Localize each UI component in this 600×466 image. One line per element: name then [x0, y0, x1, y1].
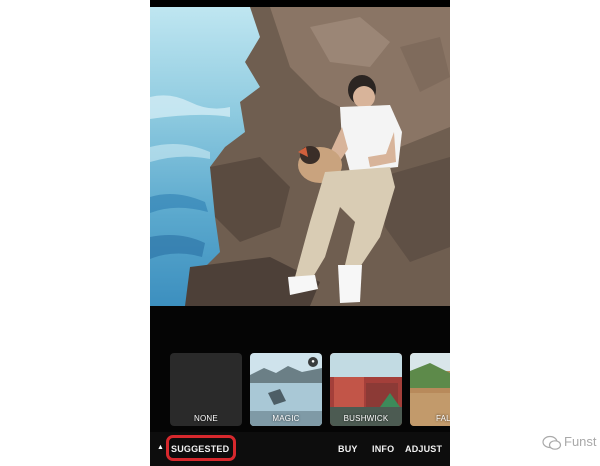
- tab-buy[interactable]: BUY: [338, 444, 358, 454]
- filter-label: FAL: [436, 414, 450, 423]
- filter-bushwick[interactable]: BUSHWICK: [330, 353, 402, 426]
- bottom-toolbar: ▲ SUGGESTED BUY INFO ADJUST: [150, 432, 450, 466]
- watermark: Funst: [540, 432, 600, 452]
- photo-image: [150, 7, 450, 306]
- photo-preview: [150, 7, 450, 306]
- watermark-text: Funst: [564, 434, 597, 449]
- wechat-icon: [542, 435, 562, 450]
- filter-none[interactable]: NONE: [170, 353, 242, 426]
- caret-up-icon[interactable]: ▲: [157, 444, 164, 451]
- filter-fal[interactable]: FAL: [410, 353, 450, 426]
- filter-strip: NONE ● MAGIC BUSHWICK FAL: [150, 306, 450, 432]
- filter-label: NONE: [194, 414, 218, 423]
- filter-label: BUSHWICK: [343, 414, 389, 423]
- tab-adjust[interactable]: ADJUST: [405, 444, 442, 454]
- phone-screen: NONE ● MAGIC BUSHWICK FAL ▲ SUGGESTED BU…: [150, 0, 450, 466]
- filter-label: MAGIC: [272, 414, 300, 423]
- suggested-highlight: [166, 435, 236, 461]
- filter-magic[interactable]: ● MAGIC: [250, 353, 322, 426]
- lock-icon: ●: [308, 357, 318, 367]
- filter-thumbnails: NONE ● MAGIC BUSHWICK FAL: [170, 353, 450, 428]
- tab-info[interactable]: INFO: [372, 444, 394, 454]
